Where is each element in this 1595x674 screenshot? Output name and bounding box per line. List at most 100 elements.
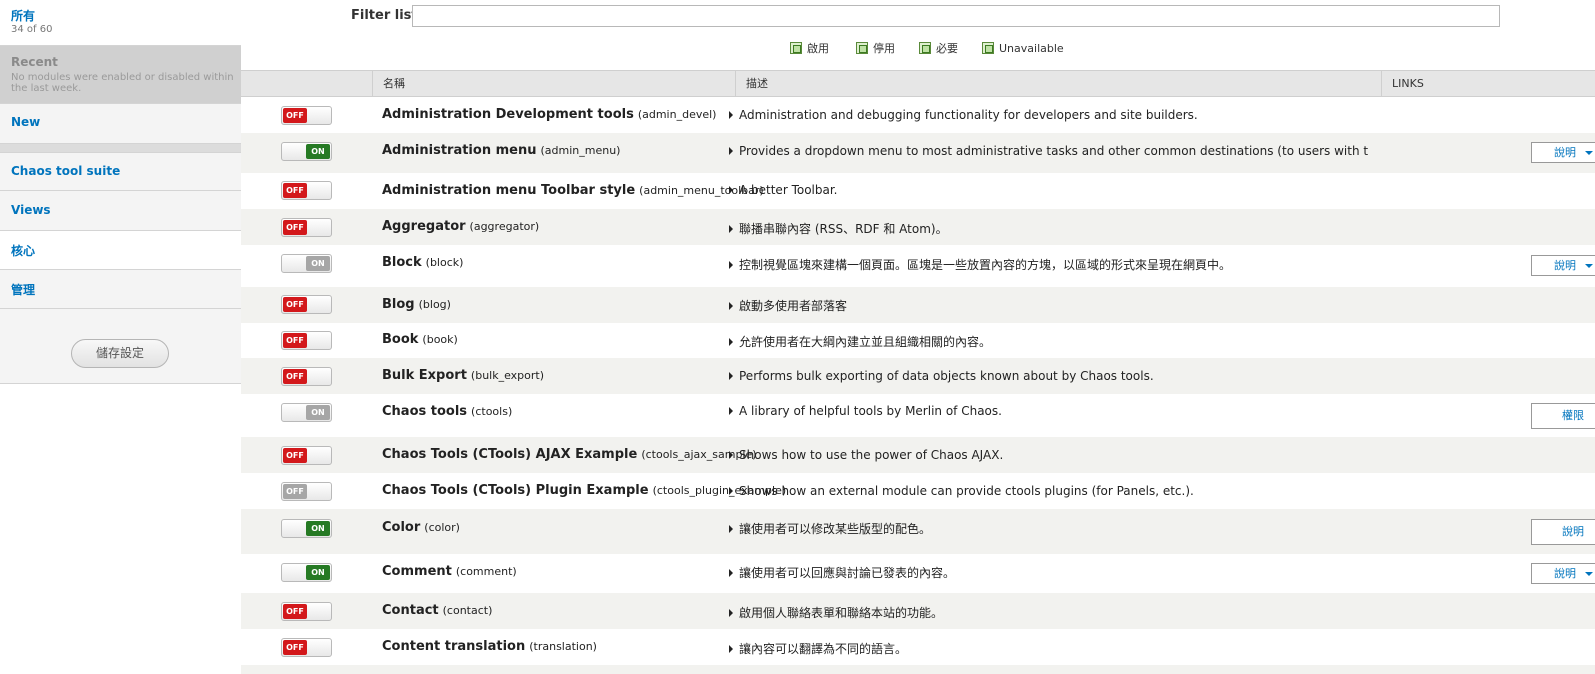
toggle-knob: OFF [283, 640, 307, 655]
module-description[interactable]: Administration and debugging functionali… [729, 108, 1369, 122]
sidebar-item-label: Chaos tool suite [11, 164, 121, 178]
module-toggle[interactable]: OFF [281, 218, 332, 237]
toggle-knob: OFF [283, 448, 307, 463]
module-description[interactable]: 讓使用者可以回應與討論已發表的內容。 [729, 564, 1369, 581]
toggle-knob: OFF [283, 220, 307, 235]
expand-arrow-icon [729, 371, 733, 380]
sidebar-item-note: No modules were enabled or disabled with… [11, 72, 234, 94]
save-settings-button[interactable]: 儲存設定 [71, 339, 169, 368]
module-name: Block (block) [382, 255, 464, 270]
chevron-down-icon [1585, 572, 1593, 576]
module-description[interactable]: A library of helpful tools by Merlin of … [729, 404, 1369, 418]
sidebar-item-all[interactable]: 所有 34 of 60 [0, 0, 241, 46]
expand-arrow-icon [729, 450, 733, 459]
module-description[interactable]: 讓內容可以翻譯為不同的語言。 [729, 640, 1369, 657]
module-toggle[interactable]: OFF [281, 602, 332, 621]
legend-unavailable[interactable]: Unavailable [982, 40, 1064, 56]
module-toggle: ON [281, 403, 332, 422]
module-description[interactable]: 啟動多使用者部落客 [729, 297, 1369, 314]
expand-arrow-icon [729, 406, 733, 415]
module-machine-name: (book) [422, 333, 458, 346]
module-description[interactable]: 讓使用者可以修改某些版型的配色。 [729, 520, 1369, 537]
table-row [241, 665, 1595, 674]
module-description[interactable]: Provides a dropdown menu to most adminis… [729, 144, 1369, 158]
module-machine-name: (admin_menu) [540, 144, 621, 157]
table-row: OFF Aggregator (aggregator) 聯播串聯內容 (RSS、R… [241, 209, 1595, 245]
table-row: ON Comment (comment) 讓使用者可以回應與討論已發表的內容。 說… [241, 554, 1595, 593]
checkbox-icon[interactable] [856, 42, 868, 54]
legend-required[interactable]: 必要 [919, 40, 958, 56]
expand-arrow-icon [729, 608, 733, 617]
module-name: Administration menu Toolbar style (admin_… [382, 183, 764, 198]
toggle-knob: OFF [283, 484, 307, 499]
sidebar-item-core[interactable]: 核心 [0, 231, 241, 270]
toggle-knob: ON [306, 256, 330, 271]
legend-label: 啟用 [807, 42, 829, 55]
filter-input[interactable] [412, 5, 1500, 27]
help-link-button[interactable]: 說明 [1531, 142, 1595, 163]
table-row: ON Administration menu (admin_menu) Provi… [241, 133, 1595, 173]
module-toggle: ON [281, 254, 332, 273]
toggle-knob: OFF [283, 333, 307, 348]
permissions-link-button[interactable]: 權限 [1531, 403, 1595, 429]
legend-enabled[interactable]: 啟用 [790, 40, 829, 56]
legend-disabled[interactable]: 停用 [856, 40, 895, 56]
module-toggle[interactable]: OFF [281, 331, 332, 350]
legend-label: Unavailable [999, 41, 1064, 55]
module-machine-name: (contact) [442, 604, 493, 617]
toggle-knob: ON [306, 405, 330, 420]
sidebar-item-label: New [11, 115, 41, 129]
module-toggle[interactable]: ON [281, 563, 332, 582]
module-description[interactable]: 允許使用者在大綱內建立並且組織相關的內容。 [729, 333, 1369, 350]
module-toggle[interactable]: OFF [281, 106, 332, 125]
module-machine-name: (translation) [529, 640, 597, 653]
module-toggle[interactable]: OFF [281, 638, 332, 657]
module-description[interactable]: 控制視覺區塊來建構一個頁面。區塊是一些放置內容的方塊，以區域的形式來呈現在網頁中… [729, 256, 1369, 273]
help-link-button[interactable]: 說明 [1531, 255, 1595, 276]
module-machine-name: (block) [425, 256, 464, 269]
chevron-down-icon [1585, 151, 1593, 155]
sidebar-item-chaos-tool-suite[interactable]: Chaos tool suite [0, 153, 241, 191]
module-toggle[interactable]: ON [281, 519, 332, 538]
module-description[interactable]: Performs bulk exporting of data objects … [729, 369, 1369, 383]
table-row: OFF Administration Development tools (adm… [241, 98, 1595, 133]
module-toggle[interactable]: OFF [281, 181, 332, 200]
expand-arrow-icon [729, 524, 733, 533]
module-name: Color (color) [382, 520, 460, 535]
column-header-name: 名稱 [372, 71, 735, 97]
module-description[interactable]: Shows how an external module can provide… [729, 484, 1369, 498]
module-name: Chaos Tools (CTools) Plugin Example (ctoo… [382, 483, 787, 498]
checkbox-icon[interactable] [982, 42, 994, 54]
help-link-button[interactable]: 說明 [1531, 519, 1595, 545]
table-row: OFF Book (book) 允許使用者在大綱內建立並且組織相關的內容。 [241, 323, 1595, 358]
sidebar-item-count: 34 of 60 [11, 24, 53, 35]
module-toggle[interactable]: OFF [281, 295, 332, 314]
table-row: OFF Administration menu Toolbar style (ad… [241, 173, 1595, 209]
sidebar-item-label: Views [11, 203, 51, 217]
toggle-knob: OFF [283, 297, 307, 312]
table-row: OFF Bulk Export (bulk_export) Performs bu… [241, 358, 1595, 394]
module-description[interactable]: 聯播串聯內容 (RSS、RDF 和 Atom)。 [729, 220, 1369, 237]
module-description[interactable]: A better Toolbar. [729, 183, 1369, 197]
expand-arrow-icon [729, 224, 733, 233]
table-row: ON Color (color) 讓使用者可以修改某些版型的配色。 說明 [241, 509, 1595, 554]
module-name: Comment (comment) [382, 564, 517, 579]
module-toggle[interactable]: OFF [281, 446, 332, 465]
module-toggle[interactable]: ON [281, 142, 332, 161]
module-toggle[interactable]: OFF [281, 367, 332, 386]
table-row: OFF Contact (contact) 啟用個人聯絡表單和聯絡本站的功能。 [241, 593, 1595, 629]
expand-arrow-icon [729, 486, 733, 495]
module-description[interactable]: 啟用個人聯絡表單和聯絡本站的功能。 [729, 604, 1369, 621]
checkbox-icon[interactable] [919, 42, 931, 54]
sidebar-item-views[interactable]: Views [0, 191, 241, 231]
expand-arrow-icon [729, 644, 733, 653]
sidebar-item-administration[interactable]: 管理 [0, 270, 241, 309]
module-machine-name: (color) [424, 521, 460, 534]
module-description[interactable]: Shows how to use the power of Chaos AJAX… [729, 448, 1369, 462]
expand-arrow-icon [729, 110, 733, 119]
column-header-description: 描述 [735, 71, 1381, 97]
sidebar-item-new[interactable]: New [0, 104, 241, 144]
checkbox-icon[interactable] [790, 42, 802, 54]
help-link-button[interactable]: 說明 [1531, 563, 1595, 584]
category-sidebar: 所有 34 of 60 Recent No modules were enabl… [0, 0, 241, 384]
